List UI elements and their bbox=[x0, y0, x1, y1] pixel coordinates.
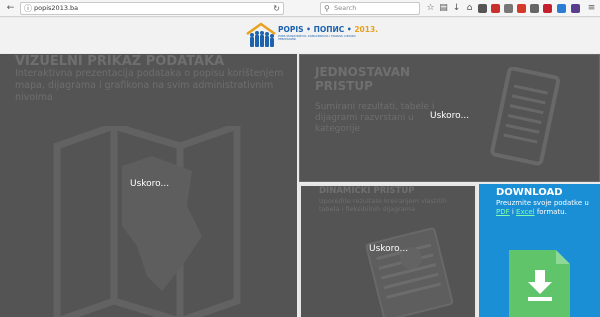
visual-overlay-text: Uskoro... bbox=[130, 179, 170, 189]
download-desc-end: formatu. bbox=[534, 208, 567, 216]
extension-icon[interactable] bbox=[504, 4, 513, 13]
dinamicki-desc: Upoređite rezultate kreiranjem vlastitih… bbox=[319, 197, 447, 213]
info-icon[interactable]: ⓘ bbox=[24, 4, 32, 14]
logo-title: POPIS • ПОПИС • 2013. bbox=[278, 25, 378, 34]
logo-title-text: POPIS • ПОПИС • bbox=[278, 25, 355, 34]
extension-icon[interactable] bbox=[543, 4, 552, 13]
logo-subtitle: POPIS STANOVNIŠTVA, DOMAĆINSTAVA I STANO… bbox=[278, 35, 357, 42]
download-desc-text: Preuzmite svoje podatke u bbox=[496, 199, 589, 207]
back-arrow-icon[interactable]: ← bbox=[5, 3, 16, 14]
logo-year: 2013. bbox=[354, 25, 379, 34]
download-file-graphic[interactable] bbox=[509, 250, 570, 317]
bookmarks-icon[interactable]: ▤ bbox=[438, 3, 449, 14]
extension-icon[interactable] bbox=[557, 4, 566, 13]
download-panel: DOWNLOAD Preuzmite svoje podatke u PDF i… bbox=[479, 184, 600, 317]
jednostavan-overlay-text: Uskoro... bbox=[430, 111, 470, 121]
star-icon[interactable]: ☆ bbox=[425, 3, 436, 14]
map-icon bbox=[53, 126, 241, 317]
download-title: DOWNLOAD bbox=[496, 187, 563, 198]
jednostavan-title-line2: PRISTUP bbox=[315, 79, 373, 93]
jednostavan-title-line1: JEDNOSTAVAN bbox=[315, 65, 411, 79]
jednostavan-panel[interactable]: JEDNOSTAVAN PRISTUP Sumirani rezultati, … bbox=[299, 54, 600, 182]
site-logo[interactable]: POPIS • ПОПИС • 2013. POPIS STANOVNIŠTVA… bbox=[244, 22, 378, 50]
download-icon[interactable]: ↓ bbox=[451, 3, 462, 14]
visual-desc: Interaktivna prezentacija podataka o pop… bbox=[15, 68, 284, 103]
url-text: popis2013.ba bbox=[34, 4, 79, 12]
file-corner bbox=[556, 250, 570, 264]
extension-icon[interactable] bbox=[491, 4, 500, 13]
site-header: POPIS • ПОПИС • 2013. POPIS STANOVNIŠTVA… bbox=[0, 18, 600, 53]
menu-icon[interactable]: ≡ bbox=[586, 3, 597, 14]
pdf-link[interactable]: PDF bbox=[496, 208, 510, 216]
spreadsheet-icon bbox=[365, 227, 454, 317]
search-icon: ⚲ bbox=[324, 4, 330, 13]
search-input[interactable]: ⚲ Search bbox=[320, 2, 420, 15]
extension-icon[interactable] bbox=[530, 4, 539, 13]
extension-icon[interactable] bbox=[517, 4, 526, 13]
dinamicki-overlay-text: Uskoro... bbox=[369, 244, 409, 254]
visual-panel[interactable]: VIZUELNI PRIKAZ PODATAKA Interaktivna pr… bbox=[0, 54, 297, 317]
download-arrow-icon bbox=[528, 270, 552, 301]
dinamicki-panel[interactable]: DINAMIČKI PRISTUP Upoređite rezultate kr… bbox=[299, 184, 477, 317]
extension-icon[interactable] bbox=[478, 4, 487, 13]
extension-icon[interactable] bbox=[571, 4, 580, 13]
home-icon[interactable]: ⌂ bbox=[464, 3, 475, 14]
download-desc: Preuzmite svoje podatke u PDF i Excel fo… bbox=[496, 199, 591, 217]
reload-icon[interactable]: ↻ bbox=[273, 3, 280, 14]
document-icon bbox=[490, 67, 560, 166]
search-placeholder: Search bbox=[334, 4, 357, 12]
people-house-icon bbox=[246, 22, 276, 47]
visual-title: VIZUELNI PRIKAZ PODATAKA bbox=[15, 54, 225, 69]
dinamicki-title: DINAMIČKI PRISTUP bbox=[319, 186, 415, 196]
browser-toolbar: ← ⓘ popis2013.ba ↻ ⚲ Search ☆ ▤ ↓ ⌂ ≡ bbox=[0, 0, 600, 17]
url-bar[interactable]: ⓘ popis2013.ba ↻ bbox=[20, 2, 284, 15]
excel-link[interactable]: Excel bbox=[516, 208, 535, 216]
